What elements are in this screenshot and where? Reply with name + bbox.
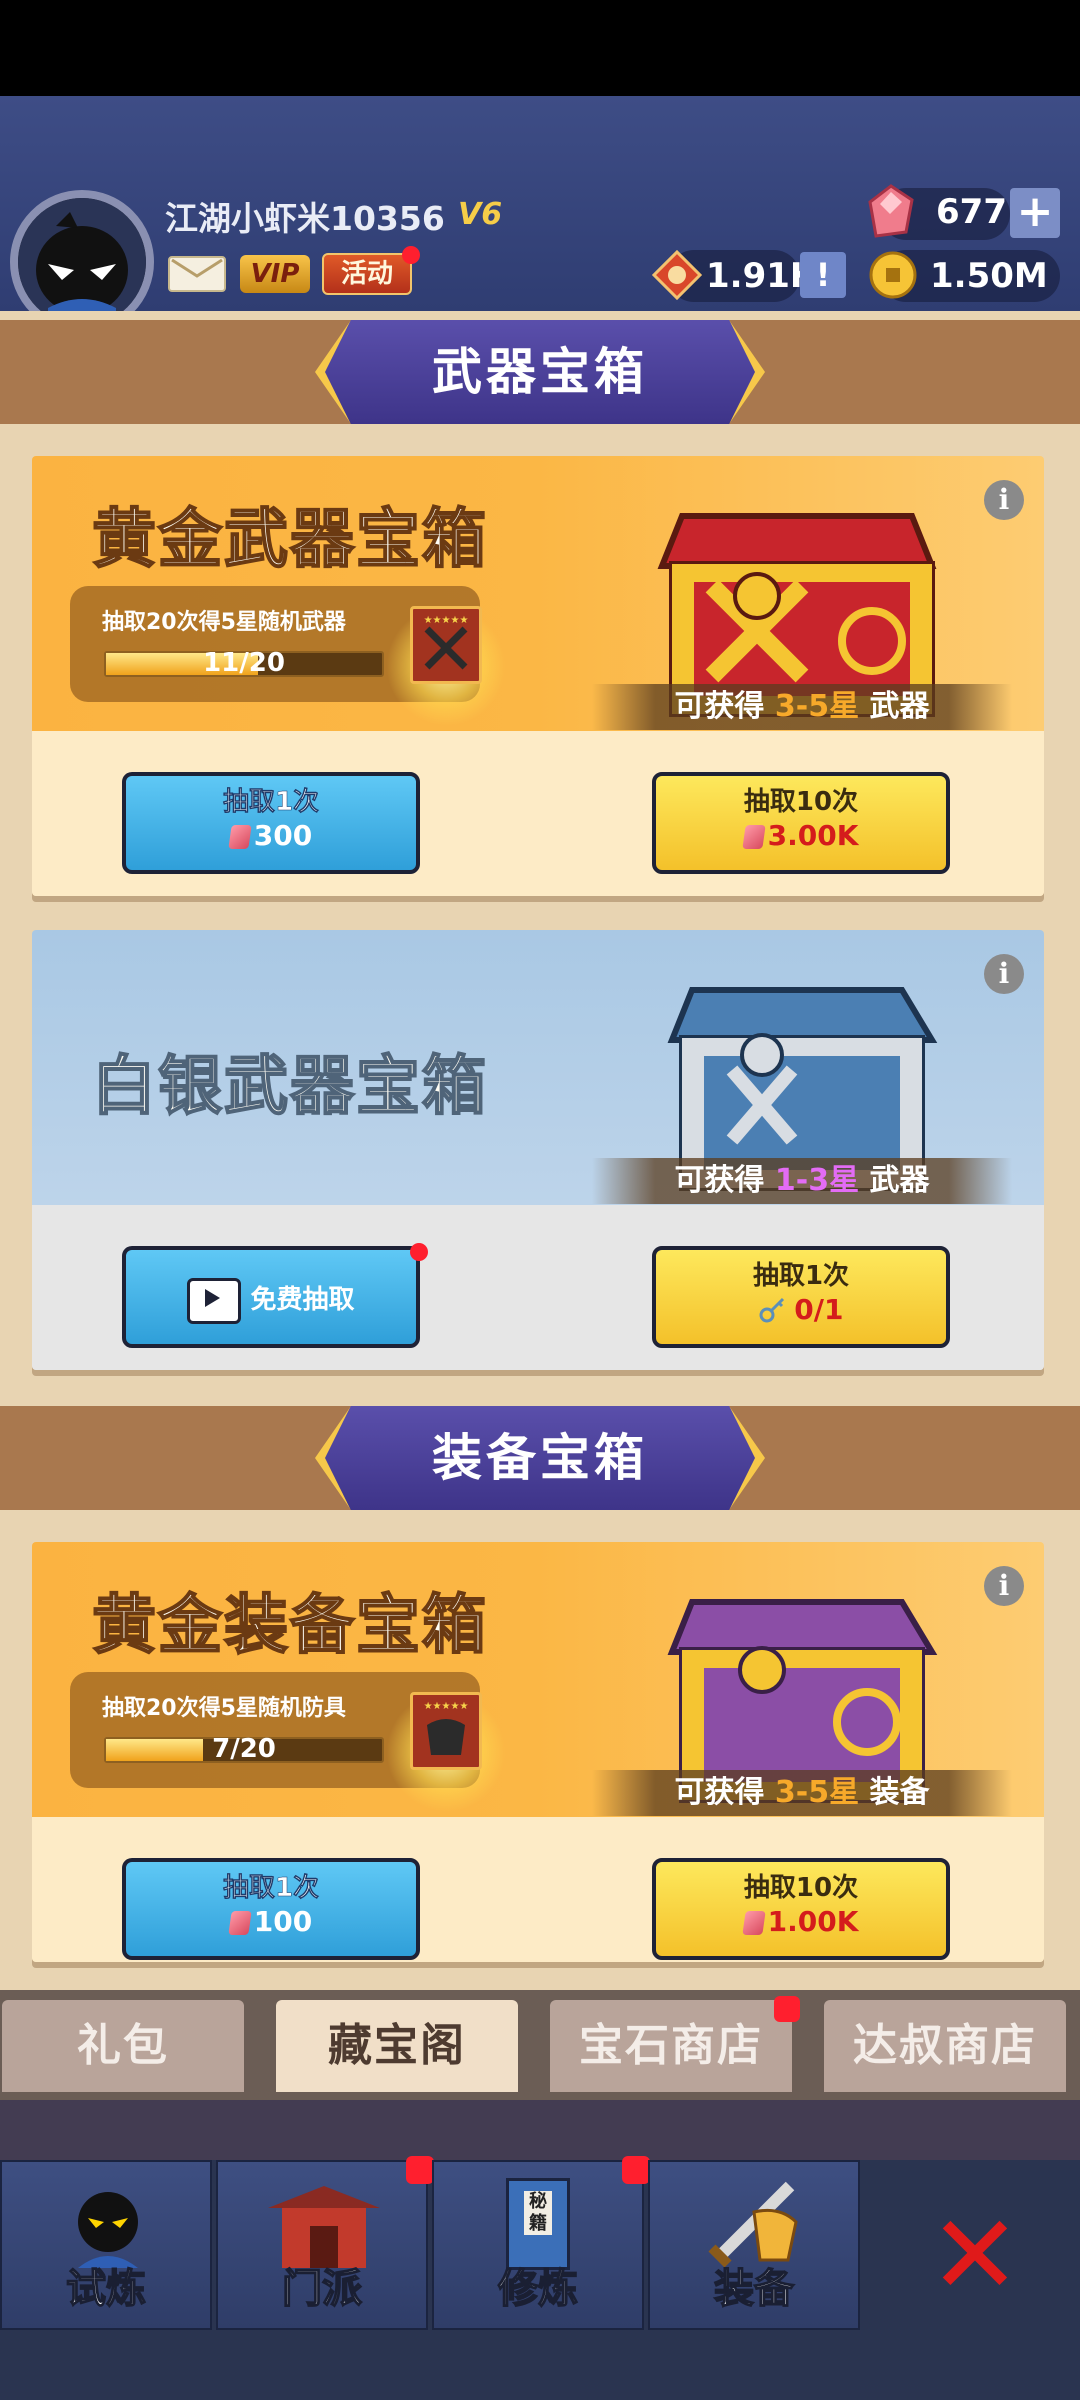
gold-weapon-obtain-stars: 3-5星 — [774, 689, 860, 724]
cultivate-notification-dot — [622, 2156, 650, 2184]
silver-weapon-chest-card: 白银武器宝箱 i 可获得 1-3星 武器 免费抽取 抽取1次 0/1 — [32, 930, 1044, 1370]
tab-treasure-pavilion[interactable]: 藏宝阁 — [276, 2000, 518, 2092]
gold-weapon-progress-value: 11/20 — [203, 648, 285, 678]
silver-weapon-info-icon[interactable]: i — [984, 954, 1024, 994]
silver-weapon-free-draw-button[interactable]: 免费抽取 — [122, 1246, 420, 1348]
svg-text:★★★★★: ★★★★★ — [424, 1701, 469, 1712]
gold-equipment-chest-title: 黄金装备宝箱 — [91, 1588, 488, 1664]
gem-icon — [228, 825, 252, 849]
gold-equipment-info-icon[interactable]: i — [984, 1566, 1024, 1606]
silver-weapon-obtain-suffix: 武器 — [869, 1163, 930, 1198]
gold-equipment-draw-1-button[interactable]: 抽取1次 100 — [122, 1858, 420, 1960]
event-notification-dot — [402, 246, 420, 264]
nav-cultivate-label: 修炼 — [497, 2265, 579, 2313]
gem-icon — [868, 184, 914, 238]
nav-equipment-label: 装备 — [713, 2265, 795, 2313]
gold-weapon-info-icon[interactable]: i — [984, 480, 1024, 520]
weapon-section-title: 武器宝箱 — [432, 343, 648, 401]
gold-equipment-draw-1-label: 抽取1次 — [222, 1873, 320, 1904]
silver-weapon-chest-title: 白银武器宝箱 — [91, 1049, 488, 1125]
gold-weapon-draw-10-button[interactable]: 抽取10次 3.00K — [652, 772, 950, 874]
gold-equipment-obtain-stars: 3-5星 — [774, 1775, 860, 1810]
close-icon[interactable]: ✕ — [920, 2200, 1030, 2310]
silver-weapon-draw-1-cost: 0/1 — [794, 1293, 844, 1326]
gold-equipment-draw-10-label: 抽取10次 — [743, 1873, 859, 1903]
tab-gift-pack[interactable]: 礼包 — [2, 2000, 244, 2092]
silver-weapon-obtain-stars: 1-3星 — [774, 1163, 860, 1198]
gold-weapon-draw-1-cost: 300 — [253, 819, 313, 852]
nav-trial-label: 试炼 — [65, 2265, 147, 2313]
silver-weapon-obtain-prefix: 可获得 — [674, 1163, 765, 1198]
gold-weapon-obtain-suffix: 武器 — [869, 689, 930, 724]
mail-icon[interactable] — [168, 256, 226, 292]
gold-weapon-chest-title: 黄金武器宝箱 — [91, 502, 488, 578]
svg-text:★★★★★: ★★★★★ — [424, 615, 469, 626]
gold-weapon-obtain-strip: 可获得 3-5星 武器 — [592, 684, 1012, 730]
gold-weapon-draw-10-label: 抽取10次 — [743, 787, 859, 817]
gem-shop-notification-dot — [774, 1996, 800, 2022]
key-icon — [759, 1297, 784, 1323]
status-bar — [0, 0, 1080, 96]
gold-equipment-draw-10-button[interactable]: 抽取10次 1.00K — [652, 1858, 950, 1960]
silver-weapon-draw-1-button[interactable]: 抽取1次 0/1 — [652, 1246, 950, 1348]
equipment-section-title: 装备宝箱 — [432, 1429, 648, 1487]
coin-count: 1.50M — [930, 256, 1048, 296]
gem-icon — [741, 1911, 766, 1935]
gold-equipment-obtain-strip: 可获得 3-5星 装备 — [592, 1770, 1012, 1816]
honor-icon — [651, 249, 703, 301]
silver-weapon-free-draw-label: 免费抽取 — [250, 1285, 355, 1315]
event-badge[interactable]: 活动 — [322, 253, 412, 295]
gold-weapon-draw-1-label: 抽取1次 — [222, 787, 320, 818]
nav-equipment[interactable]: 装备 — [648, 2160, 860, 2330]
gem-icon — [228, 1911, 252, 1935]
gold-equipment-chest-card: 黄金装备宝箱 i 抽取20次得5星随机防具 7/20 ★★★★★ 可获得 3-5… — [32, 1542, 1044, 1962]
gold-equipment-progress-value: 7/20 — [212, 1734, 276, 1764]
gold-equipment-progress-text: 抽取20次得5星随机防具 — [102, 1696, 346, 1721]
gold-equipment-draw-1-cost: 100 — [253, 1905, 313, 1938]
nav-cultivate[interactable]: 秘籍 修炼 — [432, 2160, 644, 2330]
gold-weapon-draw-1-button[interactable]: 抽取1次 300 — [122, 772, 420, 874]
gold-equipment-obtain-suffix: 装备 — [869, 1775, 930, 1810]
equipment-section-banner: 装备宝箱 — [315, 1406, 765, 1510]
nav-sect[interactable]: 门派 — [216, 2160, 428, 2330]
add-gems-button[interactable]: + — [1010, 188, 1060, 238]
coin-icon — [868, 250, 918, 300]
vip-level: V6 — [458, 197, 503, 232]
vip-badge[interactable]: VIP — [240, 255, 310, 293]
gold-weapon-chest-card: 黄金武器宝箱 i 抽取20次得5星随机武器 11/20 ★★★★★ 可获得 3-… — [32, 456, 1044, 896]
gold-weapon-progress-text: 抽取20次得5星随机武器 — [102, 610, 346, 635]
gold-equipment-draw-10-cost: 1.00K — [767, 1905, 859, 1938]
video-play-icon — [187, 1277, 242, 1324]
free-draw-notification-dot — [410, 1243, 428, 1261]
silver-weapon-obtain-strip: 可获得 1-3星 武器 — [592, 1158, 1012, 1204]
gem-icon — [741, 825, 766, 849]
gold-weapon-reward-icon[interactable]: ★★★★★ — [410, 606, 482, 684]
sect-notification-dot — [406, 2156, 434, 2184]
gold-weapon-draw-10-cost: 3.00K — [767, 819, 859, 852]
tab-uncle-da-shop[interactable]: 达叔商店 — [824, 2000, 1066, 2092]
gold-equipment-reward-icon[interactable]: ★★★★★ — [410, 1692, 482, 1770]
bottom-nav-strip — [0, 2100, 1080, 2160]
tab-gem-shop[interactable]: 宝石商店 — [550, 2000, 792, 2092]
silver-weapon-draw-1-label: 抽取1次 — [752, 1261, 850, 1291]
nav-trial[interactable]: 试炼 — [0, 2160, 212, 2330]
player-name: 江湖小虾米10356 — [165, 199, 445, 238]
gold-weapon-obtain-prefix: 可获得 — [674, 689, 765, 724]
gold-equipment-obtain-prefix: 可获得 — [674, 1775, 765, 1810]
gem-count: 677 — [936, 192, 1007, 232]
honor-info-button[interactable]: ! — [800, 252, 846, 298]
secret-book-text: 秘籍 — [524, 2191, 552, 2235]
weapon-section-banner: 武器宝箱 — [315, 320, 765, 424]
nav-sect-label: 门派 — [281, 2265, 363, 2313]
